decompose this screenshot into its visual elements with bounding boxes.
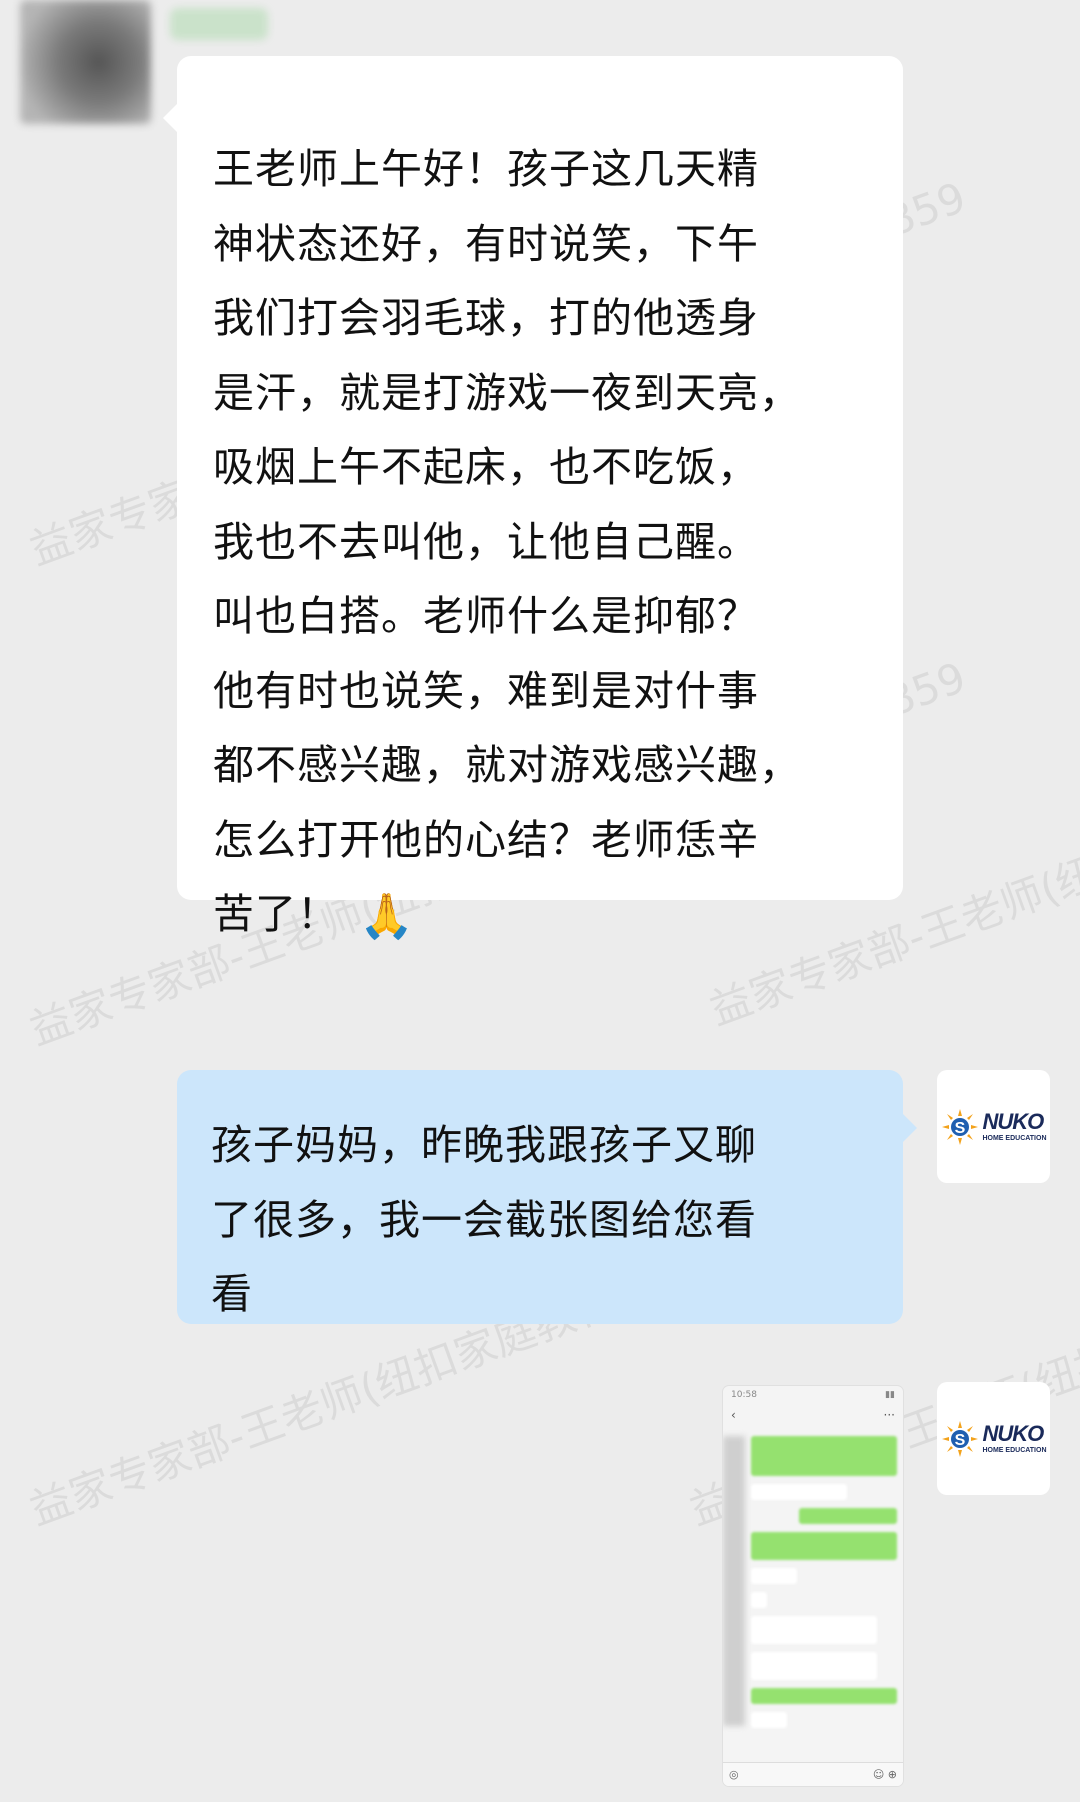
back-icon: ‹ <box>731 1408 736 1422</box>
nuko-logo: S NUKO HOME EDUCATION <box>940 1107 1047 1147</box>
message-timestamp <box>410 972 690 1012</box>
image-bubble <box>751 1652 877 1680</box>
svg-text:S: S <box>955 1432 966 1449</box>
logo-brand: NUKO <box>982 1421 1044 1446</box>
image-bubble <box>751 1616 877 1644</box>
image-status-icons: ▮▮ <box>885 1390 895 1400</box>
svg-text:S: S <box>955 1120 966 1137</box>
sender-avatar[interactable] <box>20 0 151 124</box>
sender-name <box>170 8 269 40</box>
voice-icon: ◎ <box>729 1768 739 1781</box>
message-line: 神状态还好，有时说笑，下午 <box>213 219 759 268</box>
folded-hands-icon: 🙏 <box>359 890 415 942</box>
image-bubble <box>751 1568 797 1584</box>
logo-subtitle: HOME EDUCATION <box>982 1447 1047 1454</box>
sun-logo-icon: S <box>942 1108 979 1145</box>
message-line: 吸烟上午不起床，也不吃饭， <box>213 443 759 491</box>
image-bubble <box>751 1436 897 1476</box>
image-message[interactable]: 10:58 ▮▮ ‹ ··· ◎ ☺ ⊕ <box>723 1386 903 1786</box>
incoming-message-bubble[interactable]: 王老师上午好！孩子这几天精 神状态还好，有时说笑，下午 我们打会羽毛球，打的他透… <box>163 56 903 942</box>
image-nav-bar: ‹ ··· <box>723 1408 903 1428</box>
image-status-time: 10:58 <box>731 1390 757 1400</box>
image-bubble <box>751 1712 787 1728</box>
message-line: 王老师上午好！孩子这几天精 <box>213 145 759 193</box>
image-bubble <box>799 1508 897 1524</box>
sun-logo-icon: S <box>942 1420 979 1457</box>
logo-brand: NUKO <box>982 1109 1044 1134</box>
message-line: 孩子妈妈，昨晚我跟孩子又聊 <box>211 1121 757 1169</box>
outgoing-message-bubble[interactable]: 孩子妈妈，昨晚我跟孩子又聊 了很多，我一会截张图给您看 看 <box>177 1070 917 1324</box>
message-line: 都不感兴趣，就对游戏感兴趣， <box>213 741 801 789</box>
message-line: 是汗，就是打游戏一夜到天亮， <box>213 368 801 417</box>
message-text: 苦了！ <box>213 890 339 938</box>
image-bubble <box>751 1532 897 1560</box>
message-line: 了很多，我一会截张图给您看 <box>211 1195 757 1244</box>
message-line-last: 苦了！ 🙏 <box>213 877 867 952</box>
emoji-icon: ☺ ⊕ <box>872 1768 897 1781</box>
message-line: 我们打会羽毛球，打的他透身 <box>213 294 759 342</box>
message-line: 怎么打开他的心结？老师恁辛 <box>213 815 759 864</box>
image-bubble <box>751 1688 897 1704</box>
teacher-avatar[interactable]: S NUKO HOME EDUCATION <box>937 1382 1050 1495</box>
image-status-bar: 10:58 ▮▮ <box>723 1386 903 1408</box>
image-bubble <box>751 1484 847 1500</box>
message-line: 看 <box>211 1270 253 1318</box>
image-chat-content <box>723 1436 903 1728</box>
message-line: 他有时也说笑，难到是对什事 <box>213 666 759 715</box>
image-bubble <box>751 1592 767 1608</box>
image-input-bar: ◎ ☺ ⊕ <box>723 1762 903 1786</box>
teacher-avatar[interactable]: S NUKO HOME EDUCATION <box>937 1070 1050 1183</box>
message-line: 叫也白搭。老师什么是抑郁？ <box>213 592 759 640</box>
more-icon: ··· <box>883 1408 895 1422</box>
nuko-logo: S NUKO HOME EDUCATION <box>940 1419 1047 1459</box>
logo-subtitle: HOME EDUCATION <box>982 1135 1047 1142</box>
message-line: 我也不去叫他，让他自己醒。 <box>213 517 759 566</box>
